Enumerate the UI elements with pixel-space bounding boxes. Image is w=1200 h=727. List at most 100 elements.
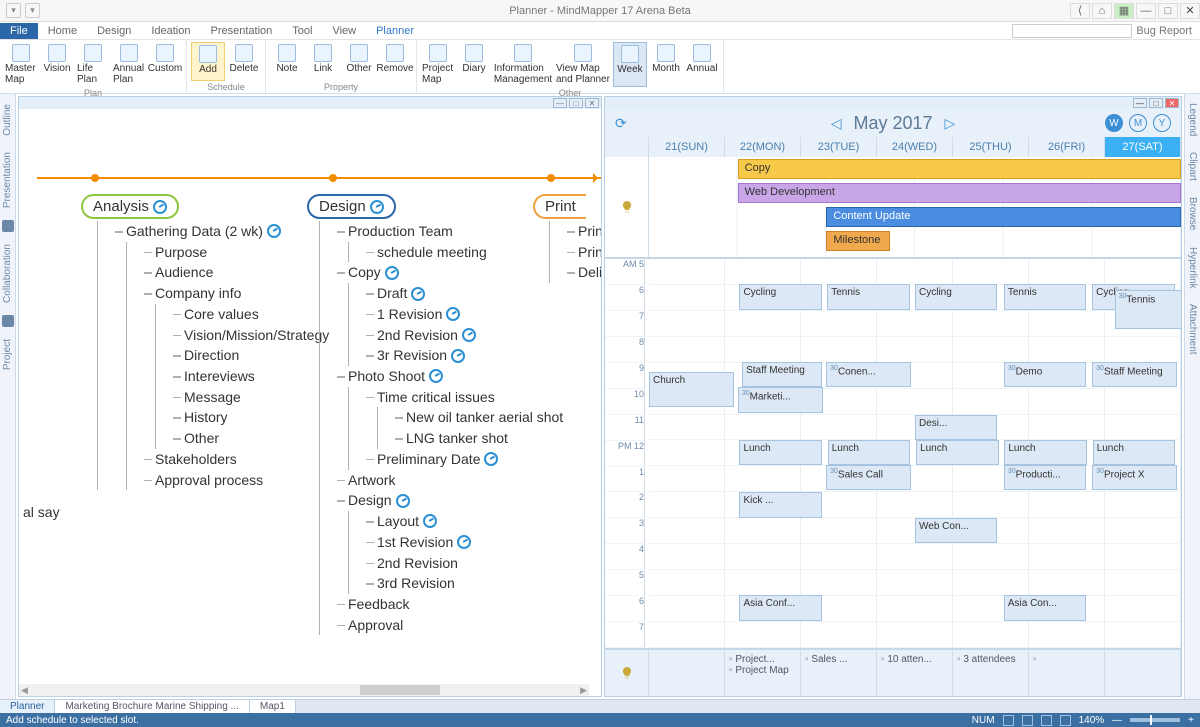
calendar-slot[interactable] bbox=[725, 311, 801, 337]
calendar-slot[interactable] bbox=[801, 415, 877, 441]
zoom-out-icon[interactable]: — bbox=[1112, 715, 1122, 726]
event-conen[interactable]: 30Conen... bbox=[826, 362, 911, 387]
menu-ideation[interactable]: Ideation bbox=[141, 23, 200, 39]
bug-report-link[interactable]: Bug Report bbox=[1136, 25, 1192, 37]
tree-node[interactable]: Production Team schedule meeting bbox=[338, 221, 563, 262]
rail-legend[interactable]: Legend bbox=[1187, 100, 1198, 139]
tree-node[interactable]: 3rd Revision bbox=[367, 573, 563, 594]
ribbon-life-plan[interactable]: Life Plan bbox=[76, 42, 110, 87]
event-staff-meeting[interactable]: 30Staff Meeting bbox=[1092, 362, 1177, 387]
menu-design[interactable]: Design bbox=[87, 23, 141, 39]
grid-icon[interactable]: ▦ bbox=[1114, 3, 1134, 19]
status-icon[interactable] bbox=[1041, 715, 1052, 726]
calendar-slot[interactable] bbox=[953, 492, 1029, 518]
tree-node[interactable]: schedule meeting bbox=[367, 242, 563, 263]
rail-browse[interactable]: Browse bbox=[1187, 194, 1198, 233]
prev-month-icon[interactable]: ◁ bbox=[831, 115, 842, 132]
pane-close-icon[interactable]: ✕ bbox=[585, 98, 599, 108]
calendar-slot[interactable] bbox=[1029, 544, 1105, 570]
calendar-slot[interactable] bbox=[649, 518, 725, 544]
tree-node[interactable]: History bbox=[174, 407, 329, 428]
rail-collaboration[interactable]: Collaboration bbox=[2, 240, 13, 307]
calendar-slot[interactable] bbox=[1029, 570, 1105, 596]
event-staff-meeting[interactable]: Staff Meeting bbox=[742, 362, 822, 387]
tree-node[interactable]: Core values bbox=[174, 304, 329, 325]
bug-dropdown[interactable] bbox=[1012, 24, 1132, 38]
ribbon-note[interactable]: Note bbox=[270, 42, 304, 81]
ribbon-link[interactable]: Link bbox=[306, 42, 340, 81]
task-item[interactable]: Sales ... bbox=[805, 654, 872, 665]
calendar-slot[interactable] bbox=[725, 622, 801, 648]
ribbon-project-map[interactable]: Project Map bbox=[421, 42, 455, 87]
day-header-selected[interactable]: 27(SAT) bbox=[1105, 137, 1181, 157]
event-tennis[interactable]: 30Tennis bbox=[1115, 290, 1182, 329]
task-item[interactable]: 10 atten... bbox=[881, 654, 948, 665]
calendar-slot[interactable] bbox=[801, 518, 877, 544]
view-week-button[interactable]: W bbox=[1105, 114, 1123, 132]
calendar-slot[interactable] bbox=[953, 622, 1029, 648]
calendar-slot[interactable] bbox=[877, 492, 953, 518]
rail-outline[interactable]: Outline bbox=[2, 100, 13, 140]
calendar-slot[interactable] bbox=[725, 337, 801, 363]
calendar-slot[interactable] bbox=[649, 337, 725, 363]
tree-node[interactable]: 2nd Revision bbox=[367, 553, 563, 574]
tree-node[interactable]: Feedback bbox=[338, 594, 563, 615]
nav-back-icon[interactable]: ⟨ bbox=[1070, 3, 1090, 19]
ribbon-annual-plan[interactable]: Annual Plan bbox=[112, 42, 146, 87]
menu-presentation[interactable]: Presentation bbox=[200, 23, 282, 39]
tree-node[interactable]: Purpose bbox=[145, 242, 329, 263]
tree-node[interactable]: Copy Draft 1 Revision 2nd Revision 3r Re… bbox=[338, 262, 563, 366]
event-tennis[interactable]: Tennis bbox=[827, 284, 909, 309]
node-design[interactable]: Design bbox=[307, 194, 396, 219]
event-lunch[interactable]: Lunch bbox=[739, 440, 821, 465]
calendar-slot[interactable] bbox=[649, 596, 725, 622]
tree-node[interactable]: Preliminary Date bbox=[367, 449, 563, 470]
calendar-slot[interactable] bbox=[1105, 492, 1181, 518]
ribbon-month[interactable]: Month bbox=[649, 42, 683, 87]
calendar-slot[interactable] bbox=[877, 311, 953, 337]
rail-presentation[interactable]: Presentation bbox=[2, 148, 13, 212]
day-header[interactable]: 21(SUN) bbox=[649, 137, 725, 157]
ribbon-annual[interactable]: Annual bbox=[685, 42, 719, 87]
status-icon[interactable] bbox=[1003, 715, 1014, 726]
day-header[interactable]: 24(WED) bbox=[877, 137, 953, 157]
calendar-slot[interactable] bbox=[1105, 389, 1181, 415]
pane-close-icon[interactable]: ✕ bbox=[1165, 98, 1179, 108]
doc-tab-marketing[interactable]: Marketing Brochure Marine Shipping ... bbox=[55, 700, 249, 713]
view-month-button[interactable]: M bbox=[1129, 114, 1147, 132]
event-kick[interactable]: Kick ... bbox=[739, 492, 821, 517]
allday-event-copy[interactable]: Copy bbox=[738, 159, 1181, 179]
calendar-slot[interactable] bbox=[1105, 622, 1181, 648]
tree-node[interactable]: 2nd Revision bbox=[367, 325, 563, 346]
ribbon-vision[interactable]: Vision bbox=[40, 42, 74, 87]
tree-node[interactable]: Vision/Mission/Strategy bbox=[174, 325, 329, 346]
calendar-slot[interactable] bbox=[649, 544, 725, 570]
doc-tab-map1[interactable]: Map1 bbox=[250, 700, 296, 713]
tree-node[interactable]: Approval process bbox=[145, 470, 329, 491]
scroll-right-icon[interactable]: ▶ bbox=[578, 685, 589, 696]
task-item[interactable]: Project Map bbox=[729, 665, 796, 676]
calendar-slot[interactable] bbox=[1029, 337, 1105, 363]
calendar-slot[interactable] bbox=[801, 311, 877, 337]
tree-node[interactable]: Draft bbox=[367, 283, 563, 304]
calendar-slot[interactable] bbox=[877, 570, 953, 596]
calendar-slot[interactable] bbox=[953, 389, 1029, 415]
day-header[interactable]: 25(THU) bbox=[953, 137, 1029, 157]
calendar-slot[interactable] bbox=[725, 544, 801, 570]
ribbon-week[interactable]: Week bbox=[613, 42, 647, 87]
calendar-slot[interactable] bbox=[877, 337, 953, 363]
node-analysis[interactable]: Analysis bbox=[81, 194, 179, 219]
event-cycling[interactable]: Cycling bbox=[739, 284, 821, 309]
qa-icon-1[interactable]: ▾ bbox=[6, 3, 21, 18]
event-church[interactable]: Church bbox=[649, 372, 734, 407]
ribbon-delete[interactable]: Delete bbox=[227, 42, 261, 81]
minimize-icon[interactable]: — bbox=[1136, 3, 1156, 19]
rail-attachment[interactable]: Attachment bbox=[1187, 301, 1198, 358]
tree-node[interactable]: Artwork bbox=[338, 470, 563, 491]
pane-max-icon[interactable]: □ bbox=[1149, 98, 1163, 108]
event-projectx[interactable]: 30Project X bbox=[1092, 465, 1177, 490]
calendar-slot[interactable] bbox=[725, 466, 801, 492]
calendar-slot[interactable] bbox=[877, 622, 953, 648]
menu-tool[interactable]: Tool bbox=[282, 23, 322, 39]
tree-node[interactable]: Other bbox=[174, 428, 329, 449]
